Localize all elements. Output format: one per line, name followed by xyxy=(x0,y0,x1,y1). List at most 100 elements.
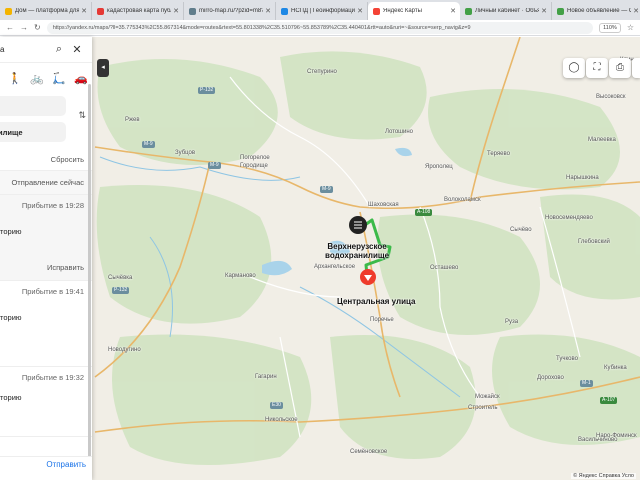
route-option[interactable]: Прибытие в 19:28 торию Исправить xyxy=(0,195,92,281)
browser-tab[interactable]: Личный кабинет · Объявлен✕ xyxy=(460,2,552,20)
map-label: Высоковск xyxy=(596,94,626,100)
browser-tab-active[interactable]: Яндекс Карты ✕ xyxy=(368,2,460,20)
search-icon[interactable]: ⌕ xyxy=(50,43,68,56)
tab-favicon-icon xyxy=(189,7,196,15)
road-shield: Е30 xyxy=(270,402,283,409)
zoom-level[interactable]: 110% xyxy=(599,22,621,33)
fix-button[interactable]: Исправить xyxy=(47,263,84,272)
route-via: торию xyxy=(0,393,22,402)
tab-title: mirro-map.ru/?pzid=m8?qe xyxy=(199,8,263,14)
map-label: Степурино xyxy=(307,69,337,75)
more-tools-button[interactable] xyxy=(632,58,640,78)
traffic-layer-button[interactable]: ◯ xyxy=(563,58,585,78)
swap-icon[interactable]: ⇅ xyxy=(78,110,86,121)
map-copyright[interactable]: © Яндекс Справка Усло xyxy=(571,473,636,479)
map-label: Лотошино xyxy=(385,129,413,135)
browser-tab[interactable]: mirro-map.ru/?pzid=m8?qe✕ xyxy=(184,2,276,20)
map-label: Нарышкина xyxy=(566,175,599,181)
map-label: Осташево xyxy=(430,265,459,271)
tab-close-icon[interactable]: ✕ xyxy=(173,7,179,15)
tab-title: НСПД | Геоинформационн xyxy=(291,8,355,14)
map-label: Руза xyxy=(505,319,519,325)
tab-favicon-icon xyxy=(97,7,104,15)
star-icon[interactable]: ☆ xyxy=(627,23,634,32)
search-input[interactable]: а xyxy=(0,45,50,54)
reset-button[interactable]: Сбросить xyxy=(0,149,92,170)
tab-close-icon[interactable]: ✕ xyxy=(265,7,271,15)
from-field[interactable] xyxy=(0,96,66,116)
browser-tab[interactable]: Дом — платформа для про✕ xyxy=(0,2,92,20)
tab-close-icon[interactable]: ✕ xyxy=(357,7,363,15)
map-label: Малеевка xyxy=(588,137,616,143)
route-points: илище ⇅ xyxy=(0,93,92,149)
tab-favicon-icon xyxy=(557,7,564,15)
map-label: Сычёвка xyxy=(108,275,133,281)
tab-favicon-icon xyxy=(281,7,288,15)
forward-icon[interactable]: → xyxy=(20,23,28,32)
route-via: торию xyxy=(0,227,22,236)
walk-mode-icon[interactable]: 🚶 xyxy=(8,72,22,85)
route-via: торию xyxy=(0,313,22,322)
browser-tab[interactable]: НСПД | Геоинформационн✕ xyxy=(276,2,368,20)
departure-time[interactable]: Отправление сейчас xyxy=(0,170,92,195)
bike-mode-icon[interactable]: 🚲 xyxy=(30,72,44,85)
url-input[interactable]: https://yandex.ru/maps/?ll=35.775343%2C5… xyxy=(46,21,594,34)
traffic-icon: ◯ xyxy=(568,62,580,73)
browser-tab[interactable]: Новое объявление — Объ✕ xyxy=(552,2,640,20)
send-button[interactable]: Отправить xyxy=(46,460,86,469)
map-label: Тучково xyxy=(556,356,578,362)
map-label: Строитель xyxy=(468,405,498,411)
tab-favicon-icon xyxy=(373,7,380,15)
road-shield: Р-132 xyxy=(198,87,216,94)
map-graphics xyxy=(94,37,640,465)
close-icon[interactable]: ✕ xyxy=(68,43,86,56)
map-label: Шаховская xyxy=(368,202,399,208)
tab-close-icon[interactable]: ✕ xyxy=(450,7,456,15)
browser-tab-strip: Дом — платформа для про✕ кадастровая кар… xyxy=(0,0,640,20)
map-label: Гагарин xyxy=(255,374,277,380)
map-label: Карманово xyxy=(225,273,256,279)
map-label: Дорохово xyxy=(537,375,564,381)
panel-scrollbar[interactable] xyxy=(88,84,91,464)
reload-icon[interactable]: ↻ xyxy=(34,23,41,32)
tab-favicon-icon xyxy=(465,7,472,15)
collapse-panel-button[interactable]: ◂ xyxy=(97,59,109,77)
route-option[interactable]: Прибытие в 19:41 торию xyxy=(0,281,92,367)
back-icon[interactable]: ← xyxy=(6,23,14,32)
to-field[interactable]: илище xyxy=(0,122,66,142)
route-start-label: Верхнерузское водохранилище xyxy=(325,242,390,260)
tab-title: Новое объявление — Объ xyxy=(567,8,631,14)
map-label: Глебовский xyxy=(578,239,610,245)
tab-title: кадастровая карта публичн xyxy=(107,8,171,14)
send-bar: Отправить xyxy=(0,456,92,480)
map-label: Наро-Фоминск xyxy=(596,433,637,439)
tab-close-icon[interactable]: ✕ xyxy=(633,7,639,15)
browser-tab[interactable]: кадастровая карта публичн✕ xyxy=(92,2,184,20)
tab-close-icon[interactable]: ✕ xyxy=(541,7,547,15)
map-label: Никольское xyxy=(265,417,298,423)
route-option[interactable]: Прибытие в 19:32 торию xyxy=(0,367,92,437)
address-bar: ← → ↻ https://yandex.ru/maps/?ll=35.7753… xyxy=(0,20,640,36)
transport-modes: 🚶 🚲 🛴 🚗 xyxy=(0,63,92,93)
car-mode-icon[interactable]: 🚗 xyxy=(74,72,88,85)
tab-title: Дом — платформа для про xyxy=(15,8,80,14)
arrival-time: Прибытие в 19:41 xyxy=(21,287,84,296)
tab-title: Личный кабинет · Объявлен xyxy=(475,8,540,14)
map-label: Сычёво xyxy=(510,227,532,233)
map-label: Новосемендяево xyxy=(545,215,593,221)
map-label: Архангельское xyxy=(314,264,356,270)
road-shield: Р-132 xyxy=(112,287,130,294)
map-canvas[interactable]: Степурино Ржев Зубцов Погорелое Городище… xyxy=(0,37,640,480)
map-label: Ярополец xyxy=(425,164,453,170)
map-label: Ржев xyxy=(125,117,140,123)
scooter-mode-icon[interactable]: 🛴 xyxy=(52,72,66,85)
search-bar: а ⌕ ✕ xyxy=(0,37,92,63)
map-label: Погорелое Городище xyxy=(240,155,270,169)
route-end-label: Центральная улица xyxy=(337,297,416,306)
road-shield: А-107 xyxy=(600,397,618,404)
tab-title: Яндекс Карты xyxy=(383,8,422,14)
tab-close-icon[interactable]: ✕ xyxy=(81,7,87,15)
map-label: Семёновское xyxy=(350,449,388,455)
panorama-button[interactable]: ⛶ xyxy=(586,58,608,78)
print-button[interactable]: ⎙ xyxy=(609,58,631,78)
